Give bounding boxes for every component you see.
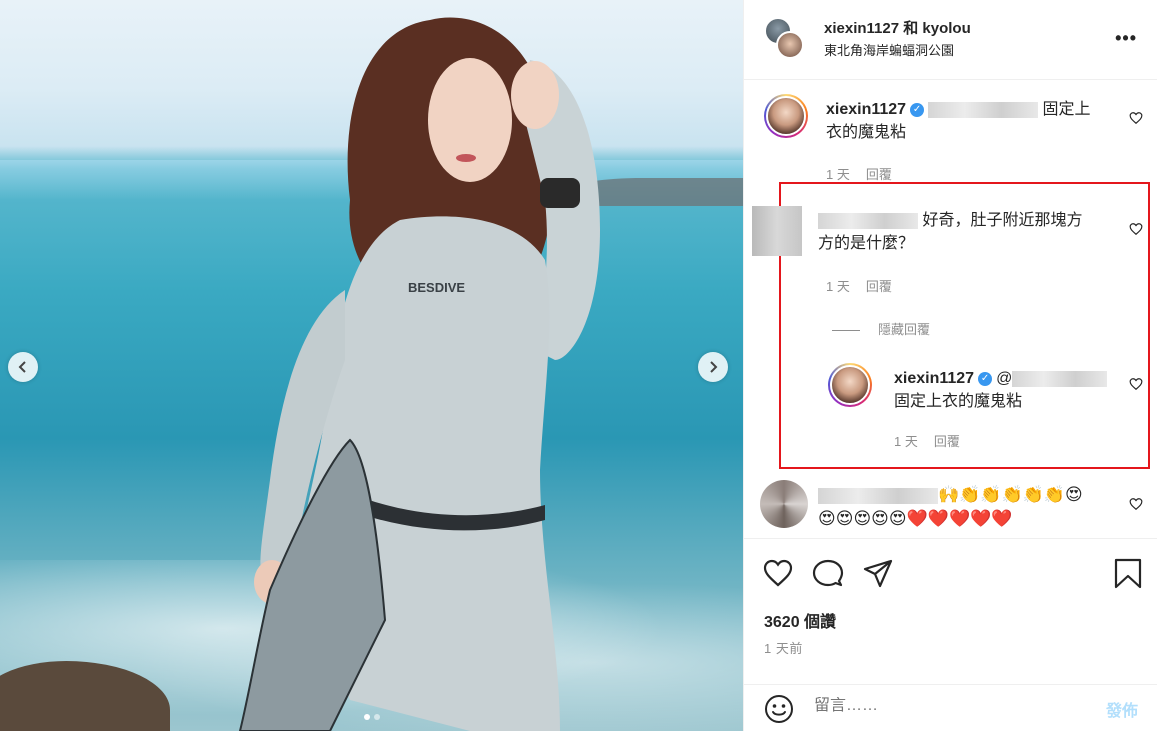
heart-icon[interactable] [1129,222,1143,236]
heart-icon[interactable] [762,557,794,589]
post-actions [744,538,1157,668]
more-options-button[interactable]: ••• [1115,28,1137,49]
reply-meta: 1 天 回覆 [894,431,976,450]
reply-time: 1 天 [894,434,918,449]
avatar[interactable] [776,31,804,59]
post-authors[interactable]: xiexin1127 和 kyolou [824,17,971,38]
comment-meta: 1 天 回覆 [826,164,908,183]
heart-icon[interactable] [1129,111,1143,125]
comment-text: 好奇，肚子附近那塊方 方的是什麼？ [818,212,1083,252]
post-photo[interactable]: BESDIVE [0,0,743,731]
avatar[interactable] [764,94,808,138]
post-button[interactable]: 發佈 [1106,697,1138,721]
heart-icon[interactable] [1129,377,1143,391]
verified-badge-icon: ✓ [910,102,925,117]
smile-icon[interactable] [764,694,794,724]
comment-input[interactable] [814,697,1084,715]
redacted-mention [928,101,1039,118]
avatar[interactable] [828,363,872,407]
hide-replies-button[interactable]: 隱藏回覆 [832,319,930,338]
comment-text: xiexin1127 ✓ 固定上 衣的魔鬼粘 [826,101,1091,141]
next-photo-button[interactable] [698,352,728,382]
post-time[interactable]: 1 天前 [764,638,803,657]
reply-button[interactable]: 回覆 [866,279,892,294]
avatar[interactable] [760,480,808,528]
send-icon[interactable] [862,557,894,589]
post-panel: xiexin1127 和 kyolou 東北角海岸蝙蝠洞公園 ••• xiexi… [743,0,1157,731]
carousel-dot-active [364,714,370,720]
heart-icon[interactable] [1129,497,1143,511]
reply-username[interactable]: xiexin1127 [894,370,974,387]
comment-icon[interactable] [812,557,844,589]
redacted-username[interactable] [818,212,918,229]
diver-figure: BESDIVE [238,17,600,731]
prev-photo-button[interactable] [8,352,38,382]
comment-time: 1 天 [826,279,850,294]
comment-time: 1 天 [826,167,850,182]
post-header: xiexin1127 和 kyolou 東北角海岸蝙蝠洞公園 ••• [744,0,1157,80]
carousel-dot [374,714,380,720]
like-count[interactable]: 3620 個讚 [764,608,836,632]
reply-text: xiexin1127 ✓ @ 固定上衣的魔鬼粘 [894,367,1114,413]
comment-text: 🙌👏👏👏👏👏😍 😍😍😍😍😍❤️❤️❤️❤️❤️ [818,485,1083,528]
avatar-stack[interactable] [764,17,808,59]
redacted-username[interactable] [818,487,938,504]
reply-button[interactable]: 回覆 [866,167,892,182]
suit-brand-text: BESDIVE [408,280,465,295]
chevron-right-icon [710,361,718,373]
comment-meta: 1 天 回覆 [826,276,908,295]
chevron-left-icon [18,361,26,373]
avatar[interactable] [752,206,802,256]
redacted-mention [1012,370,1108,387]
bookmark-icon[interactable] [1112,557,1144,589]
comment-username[interactable]: xiexin1127 [826,101,906,118]
comment-form: 發佈 [744,684,1157,731]
more-horizontal-icon: ••• [1115,28,1137,48]
reply-button[interactable]: 回覆 [934,434,960,449]
verified-badge-icon: ✓ [978,371,993,386]
carousel-dots [364,714,380,720]
post-location[interactable]: 東北角海岸蝙蝠洞公園 [824,40,954,59]
